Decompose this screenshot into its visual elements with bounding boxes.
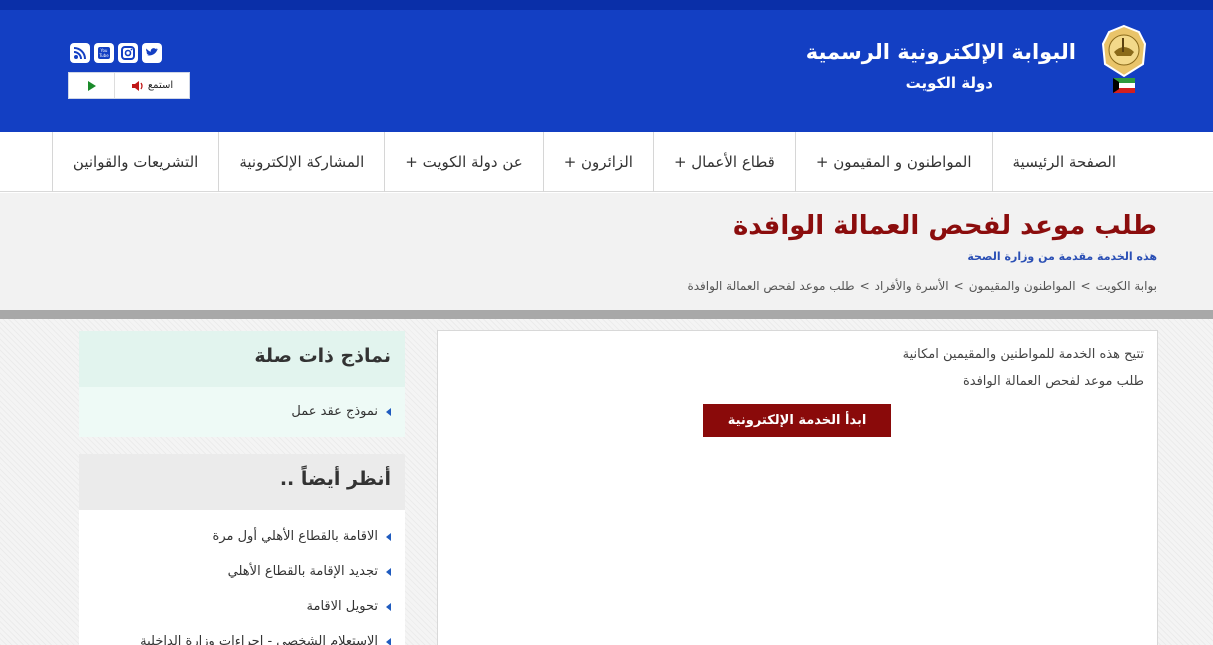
breadcrumb-kuwait-portal[interactable]: بوابة الكويت [1096,279,1157,293]
see-also-title: أنظر أيضاً .. [279,468,391,490]
breadcrumb-separator: > [1080,279,1091,293]
speaker-icon [131,80,143,91]
play-icon [87,80,96,91]
related-form-link[interactable]: نموذج عقد عمل [291,404,378,419]
bullet-arrow-icon [386,602,391,611]
svg-text:Tube: Tube [98,53,109,58]
see-also-link[interactable]: تجديد الإقامة بالقطاع الأهلي [228,564,378,579]
nav-item-about-kuwait[interactable]: عن دولة الكويت + [384,132,542,192]
see-also-link[interactable]: الاقامة بالقطاع الأهلي أول مرة [213,529,378,544]
list-item[interactable]: الاستعلام الشخصي - إجراءات وزارة الداخلي… [140,624,391,645]
bullet-arrow-icon [386,567,391,576]
breadcrumb-family-individuals[interactable]: الأسرة والأفراد [875,279,949,293]
breadcrumb-separator: > [953,279,964,293]
site-title[interactable]: البوابة الإلكترونية الرسمية [806,40,1076,64]
nav-item-citizens-residents[interactable]: المواطنون و المقيمون + [794,132,992,192]
youtube-icon[interactable]: You Tube [94,43,114,63]
main-nav: الصفحة الرئيسية المواطنون و المقيمون + ق… [0,132,1213,192]
page-title: طلب موعد لفحص العمالة الوافدة [732,211,1157,241]
social-links: You Tube [70,43,162,63]
list-item[interactable]: تحويل الاقامة [140,589,391,624]
play-button[interactable] [69,73,115,98]
top-strip [0,0,1213,10]
service-panel: تتيح هذه الخدمة للمواطنين والمقيمين امكا… [437,330,1158,645]
list-item[interactable]: الاقامة بالقطاع الأهلي أول مرة [140,519,391,554]
see-also-header: أنظر أيضاً .. [79,454,405,510]
bullet-arrow-icon [386,407,391,416]
list-item[interactable]: تجديد الإقامة بالقطاع الأهلي [140,554,391,589]
listen-widget: استمع [68,72,190,99]
page-title-area: طلب موعد لفحص العمالة الوافدة هذه الخدمة… [0,193,1213,310]
nav-item-business[interactable]: قطاع الأعمال + [652,132,795,192]
site-header: البوابة الإلكترونية الرسمية دولة الكويت … [0,10,1213,132]
related-forms-title: نماذج ذات صلة [254,345,391,367]
see-also-link[interactable]: تحويل الاقامة [307,599,378,614]
service-provider: هذه الخدمة مقدمة من وزارة الصحة [967,250,1157,263]
start-e-service-button[interactable]: ابدأ الخدمة الإلكترونية [703,404,891,437]
related-forms-header: نماذج ذات صلة [79,331,405,387]
see-also-link[interactable]: الاستعلام الشخصي - إجراءات وزارة الداخلي… [140,634,378,645]
breadcrumb-citizens-residents[interactable]: المواطنون والمقيمون [969,279,1076,293]
breadcrumb-separator: > [859,279,870,293]
breadcrumb: بوابة الكويت > المواطنون والمقيمون > الأ… [687,279,1157,293]
listen-button[interactable]: استمع [115,80,189,92]
twitter-icon[interactable] [142,43,162,63]
nav-item-e-participation[interactable]: المشاركة الإلكترونية [218,132,384,192]
list-item[interactable]: نموذج عقد عمل [291,394,391,429]
listen-label: استمع [147,80,174,91]
service-description-line2: طلب موعد لفحص العمالة الوافدة [962,374,1144,389]
bullet-arrow-icon [386,637,391,645]
see-also-body: الاقامة بالقطاع الأهلي أول مرة تجديد الإ… [79,510,405,645]
section-divider [0,310,1213,319]
service-description-line1: تتيح هذه الخدمة للمواطنين والمقيمين امكا… [902,347,1144,362]
rss-icon[interactable] [70,43,90,63]
bullet-arrow-icon [386,532,391,541]
nav-item-visitors[interactable]: الزائرون + [542,132,653,192]
related-forms-body: نموذج عقد عمل [79,387,405,437]
site-subtitle: دولة الكويت [905,74,993,92]
nav-item-legislation[interactable]: التشريعات والقوانين [51,132,218,192]
breadcrumb-current: طلب موعد لفحص العمالة الوافدة [687,279,855,293]
kuwait-emblem-logo[interactable] [1099,24,1149,100]
nav-item-home[interactable]: الصفحة الرئيسية [991,132,1137,192]
instagram-icon[interactable] [118,43,138,63]
